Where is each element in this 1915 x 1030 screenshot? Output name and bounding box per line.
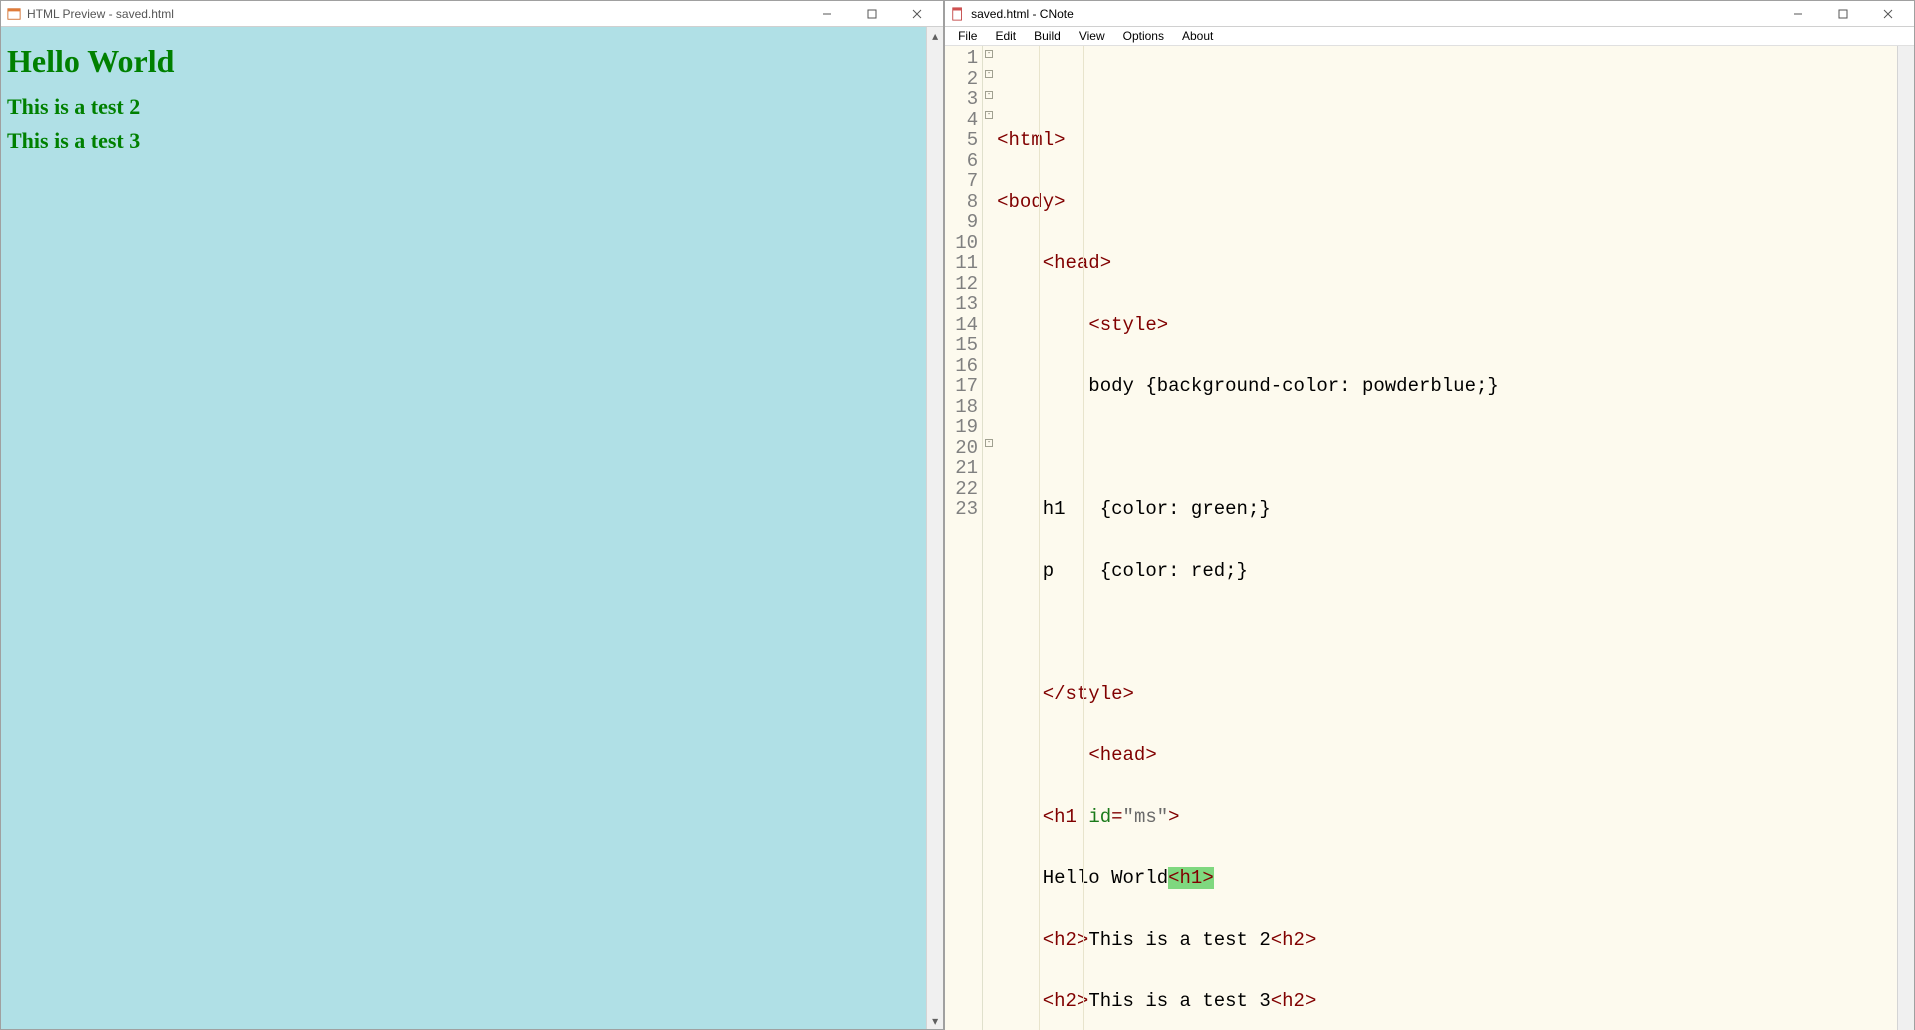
line-number: 14 bbox=[945, 315, 978, 336]
preview-titlebar[interactable]: HTML Preview - saved.html bbox=[1, 1, 943, 27]
menu-about[interactable]: About bbox=[1173, 27, 1222, 45]
line-number: 6 bbox=[945, 151, 978, 172]
line-number: 15 bbox=[945, 335, 978, 356]
preview-title: HTML Preview - saved.html bbox=[27, 7, 804, 21]
preview-content: Hello World This is a test 2 This is a t… bbox=[1, 27, 926, 1029]
fold-toggle-icon[interactable]: - bbox=[985, 111, 993, 119]
line-number: 9 bbox=[945, 212, 978, 233]
fold-toggle-icon[interactable]: - bbox=[985, 50, 993, 58]
editor-minimize-button[interactable] bbox=[1775, 1, 1820, 27]
editor-app-icon bbox=[951, 7, 965, 21]
editor-menubar: File Edit Build View Options About bbox=[945, 27, 1914, 46]
fold-toggle-icon[interactable]: - bbox=[985, 439, 993, 447]
preview-app-icon bbox=[7, 7, 21, 21]
line-number: 21 bbox=[945, 458, 978, 479]
line-number: 23 bbox=[945, 499, 978, 520]
preview-maximize-button[interactable] bbox=[849, 1, 894, 27]
line-number: 17 bbox=[945, 376, 978, 397]
menu-edit[interactable]: Edit bbox=[986, 27, 1025, 45]
line-number: 22 bbox=[945, 479, 978, 500]
line-number-gutter: 1 2 3 4 5 6 7 8 9 10 11 12 13 14 15 16 1… bbox=[945, 46, 983, 1030]
editor-window: saved.html - CNote File Edit Build View … bbox=[944, 0, 1915, 1030]
preview-scrollbar[interactable]: ▴ ▾ bbox=[926, 27, 943, 1029]
line-number: 12 bbox=[945, 274, 978, 295]
fold-toggle-icon[interactable]: - bbox=[985, 91, 993, 99]
preview-h2-2: This is a test 3 bbox=[7, 128, 920, 154]
editor-vertical-scrollbar[interactable] bbox=[1897, 46, 1914, 1030]
preview-window: HTML Preview - saved.html Hello World Th… bbox=[0, 0, 944, 1030]
line-number: 1 bbox=[945, 48, 978, 69]
fold-column[interactable]: - - - - - bbox=[983, 46, 995, 1030]
menu-file[interactable]: File bbox=[949, 27, 986, 45]
code-area[interactable]: <html> <body> <head> <style> body {backg… bbox=[995, 46, 1897, 1030]
line-number: 19 bbox=[945, 417, 978, 438]
line-number: 5 bbox=[945, 130, 978, 151]
menu-view[interactable]: View bbox=[1070, 27, 1114, 45]
line-number: 10 bbox=[945, 233, 978, 254]
scroll-up-icon[interactable]: ▴ bbox=[927, 27, 943, 44]
preview-minimize-button[interactable] bbox=[804, 1, 849, 27]
editor-titlebar[interactable]: saved.html - CNote bbox=[945, 1, 1914, 27]
fold-toggle-icon[interactable]: - bbox=[985, 70, 993, 78]
preview-close-button[interactable] bbox=[894, 1, 939, 27]
preview-h1: Hello World bbox=[7, 43, 920, 80]
preview-viewport: Hello World This is a test 2 This is a t… bbox=[1, 27, 943, 1029]
editor-viewport[interactable]: 1 2 3 4 5 6 7 8 9 10 11 12 13 14 15 16 1… bbox=[945, 46, 1914, 1030]
line-number: 18 bbox=[945, 397, 978, 418]
line-number: 16 bbox=[945, 356, 978, 377]
editor-close-button[interactable] bbox=[1865, 1, 1910, 27]
preview-h2-1: This is a test 2 bbox=[7, 94, 920, 120]
menu-options[interactable]: Options bbox=[1114, 27, 1173, 45]
line-number: 4 bbox=[945, 110, 978, 131]
line-number: 13 bbox=[945, 294, 978, 315]
editor-maximize-button[interactable] bbox=[1820, 1, 1865, 27]
line-number: 11 bbox=[945, 253, 978, 274]
line-number: 2 bbox=[945, 69, 978, 90]
menu-build[interactable]: Build bbox=[1025, 27, 1070, 45]
line-number: 3 bbox=[945, 89, 978, 110]
scroll-down-icon[interactable]: ▾ bbox=[927, 1012, 943, 1029]
line-number: 20 bbox=[945, 438, 978, 459]
editor-title: saved.html - CNote bbox=[971, 7, 1775, 21]
line-number: 8 bbox=[945, 192, 978, 213]
line-number: 7 bbox=[945, 171, 978, 192]
